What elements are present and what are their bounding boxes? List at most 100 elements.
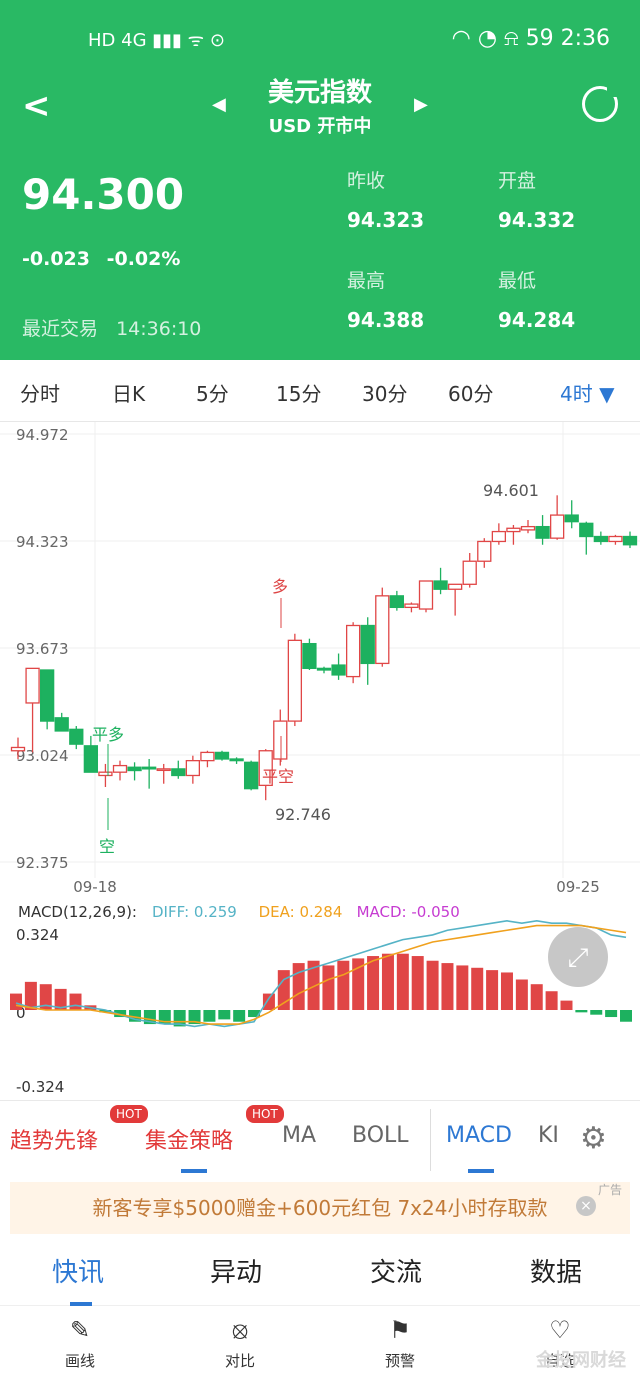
tab-30min[interactable]: 30分: [362, 378, 407, 407]
macd-bar: [486, 970, 499, 1010]
timeframe-tabs: 分时 日K 5分 15分 30分 60分 4时 ▼: [0, 360, 640, 422]
macd-bar: [605, 1010, 618, 1018]
candlestick-layer: 94.97294.32393.67393.02492.37594.60192.7…: [0, 422, 640, 896]
candle: [83, 745, 99, 773]
alert-button[interactable]: ⚑ 预警: [360, 1316, 440, 1371]
candle: [375, 595, 390, 665]
tab-data[interactable]: 数据: [530, 1252, 582, 1289]
candle: [345, 624, 361, 678]
candle: [273, 720, 288, 760]
page-title: 美元指数: [267, 78, 372, 108]
candle: [39, 669, 55, 722]
tab-4hour[interactable]: 4时 ▼: [560, 378, 614, 407]
tab-flash[interactable]: 快讯: [52, 1252, 104, 1289]
ad-text: 新客专享$5000赠金+600元红包 7x24小时存取款: [92, 1196, 548, 1220]
macd-bar: [337, 960, 350, 1010]
annotation-label: 多: [272, 577, 288, 596]
macd-bar: [411, 956, 424, 1010]
active-underline: [70, 1302, 92, 1306]
price-chart[interactable]: 94.97294.32393.67393.02492.37594.60192.7…: [0, 422, 640, 1100]
gear-icon[interactable]: ⚙: [580, 1121, 607, 1156]
indicator-kdj[interactable]: KI: [538, 1123, 559, 1148]
y-tick-label: 94.323: [16, 533, 69, 551]
high-label: 最高: [347, 270, 386, 292]
promo-banner[interactable]: 新客专享$5000赠金+600元红包 7x24小时存取款 × 广告: [10, 1182, 630, 1234]
candle: [447, 583, 463, 590]
ad-label: 广告: [597, 1183, 622, 1197]
draw-line-button[interactable]: ✎ 画线: [40, 1316, 120, 1371]
tab-community[interactable]: 交流: [370, 1252, 422, 1289]
candle: [535, 525, 550, 539]
quote-panel: 94.300 -0.023 -0.02% 最近交易 14:36:10 昨收 94…: [0, 138, 640, 360]
prev-close-label: 昨收: [347, 170, 386, 192]
candle: [214, 751, 230, 760]
last-trade: 最近交易 14:36:10: [22, 314, 201, 341]
candle: [331, 664, 346, 676]
compare-button[interactable]: ⦻ 对比: [200, 1316, 280, 1371]
macd-layer: MACD(12,26,9): DIFF: 0.259 DEA: 0.284 MACD:…: [10, 903, 632, 1096]
tab-5min[interactable]: 5分: [196, 378, 229, 407]
x-tick-label: 09-25: [556, 878, 600, 896]
indicator-trend[interactable]: 趋势先锋: [10, 1123, 98, 1155]
candle: [200, 751, 215, 762]
high-value: 94.388: [347, 308, 425, 332]
active-underline: [468, 1169, 494, 1173]
tab-15min[interactable]: 15分: [276, 378, 321, 407]
market-status: USD 开市中: [268, 116, 372, 137]
tab-daily[interactable]: 日K: [112, 378, 145, 407]
draw-line-label: 画线: [64, 1352, 95, 1370]
heart-plus-icon: ♡: [549, 1316, 571, 1344]
alarm-icon: ⚑: [389, 1316, 411, 1344]
candle: [520, 525, 536, 531]
candle: [593, 535, 609, 543]
status-bar: HD 4G ▮▮▮ ᯤ ⊙ ◠ ◔ ⍾ 59 2:36: [0, 0, 640, 80]
status-left: HD 4G ▮▮▮ ᯤ ⊙: [88, 30, 225, 51]
active-underline: [181, 1169, 207, 1173]
candle: [54, 717, 69, 732]
candle: [564, 514, 579, 523]
change-value: -0.023: [22, 248, 90, 270]
candle: [171, 768, 186, 777]
candle: [462, 560, 477, 585]
indicator-tabs: 趋势先锋 HOT 集金策略 HOT MA BOLL MACD KI ⚙: [0, 1100, 640, 1174]
close-icon[interactable]: ×: [576, 1196, 596, 1216]
tab-timeline[interactable]: 分时: [20, 378, 60, 407]
candle: [185, 759, 201, 777]
expand-icon: ⤢: [568, 943, 589, 973]
candle: [69, 728, 84, 745]
indicator-macd[interactable]: MACD: [446, 1123, 512, 1148]
candle: [25, 667, 40, 704]
tab-movement[interactable]: 异动: [210, 1252, 262, 1289]
tab-60min[interactable]: 60分: [448, 378, 493, 407]
indicator-strategy[interactable]: 集金策略: [145, 1123, 233, 1155]
macd-bar: [203, 1010, 216, 1022]
compare-label: 对比: [224, 1352, 255, 1370]
macd-bar: [10, 993, 22, 1010]
x-tick-label: 09-18: [73, 878, 117, 896]
candle: [156, 768, 171, 772]
macd-bar: [277, 970, 290, 1010]
open-value: 94.332: [498, 208, 576, 232]
candle: [389, 595, 405, 609]
watermark: 金投网财经: [536, 1350, 626, 1371]
macd-bar: [530, 984, 543, 1010]
refresh-icon[interactable]: [582, 85, 619, 122]
macd-bar: [381, 953, 394, 1010]
chart-compare-icon: ⦻: [232, 1316, 248, 1344]
macd-bar: [590, 1010, 603, 1015]
pencil-icon: ✎: [69, 1316, 91, 1344]
candle: [477, 540, 492, 562]
status-right: ◠ ◔ ⍾ 59 2:36: [451, 26, 610, 51]
indicator-ma[interactable]: MA: [282, 1123, 316, 1148]
candle: [287, 639, 303, 722]
indicator-boll[interactable]: BOLL: [352, 1123, 409, 1148]
candle: [404, 603, 419, 609]
macd-title: MACD(12,26,9):: [18, 903, 137, 921]
macd-bar: [471, 967, 484, 1010]
divider: [430, 1109, 431, 1171]
candle: [506, 527, 521, 533]
macd-legend-item: DEA: 0.284: [259, 903, 343, 921]
macd-bar: [396, 953, 409, 1010]
macd-bar: [69, 993, 82, 1010]
prev-close-value: 94.323: [347, 208, 425, 232]
